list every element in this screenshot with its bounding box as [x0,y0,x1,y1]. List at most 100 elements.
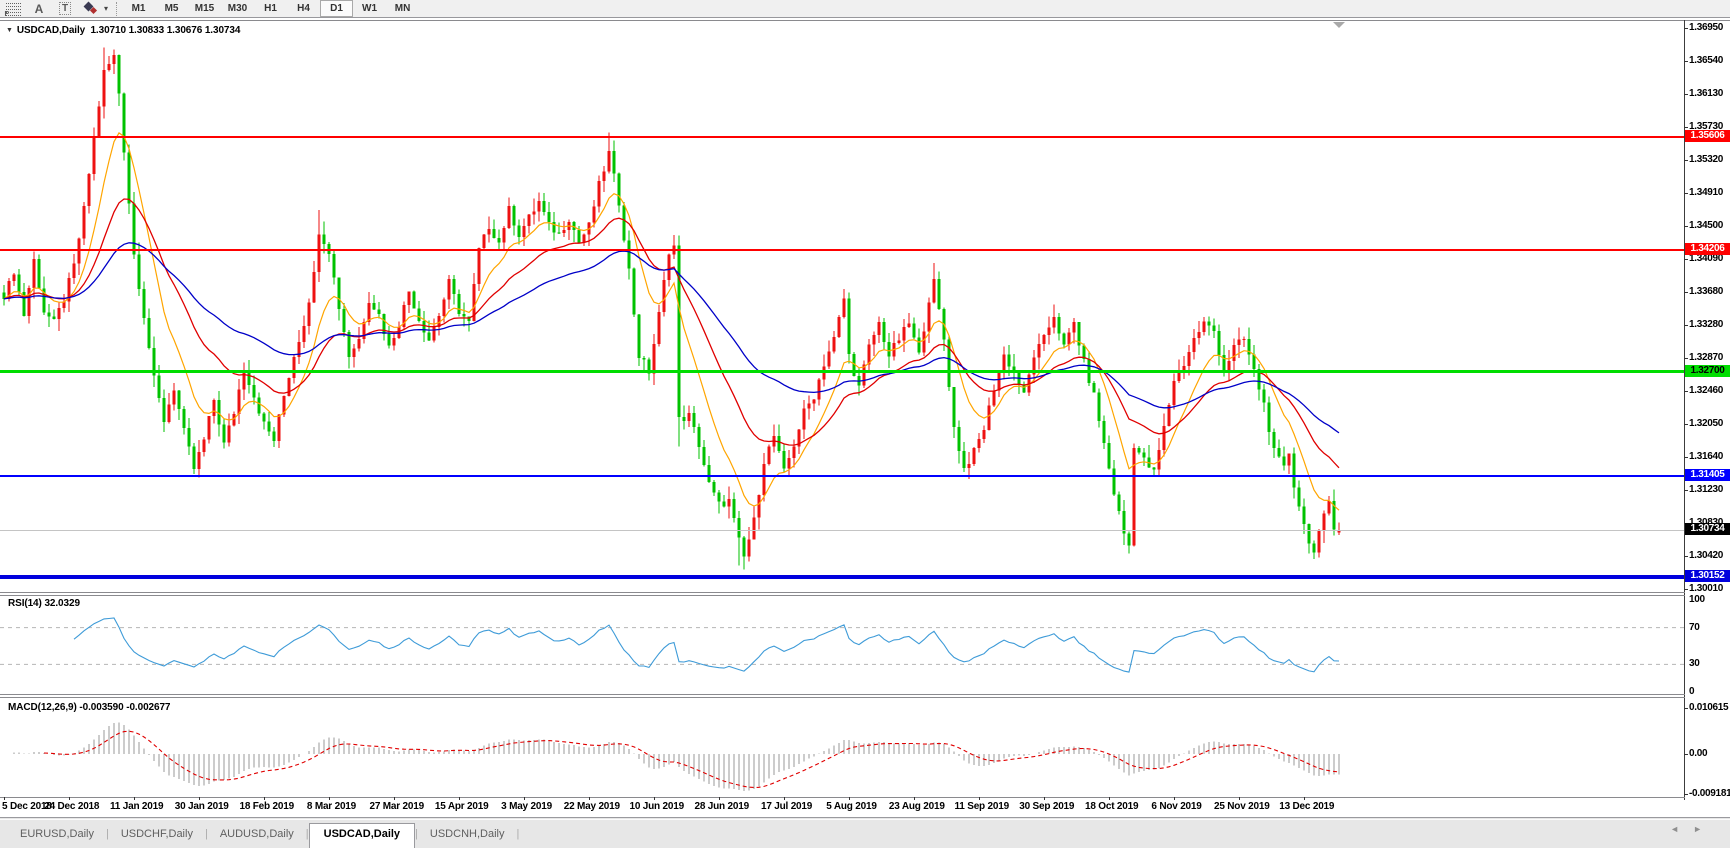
price-tick-label: 1.36130 [1689,88,1724,100]
tab-audusd[interactable]: AUDUSD,Daily [208,824,306,846]
tab-scroll-arrows: ◄► [1670,824,1716,834]
hline-1.32700[interactable] [0,370,1684,374]
price-tick-mark [1684,126,1688,128]
rsi-value: 32.0329 [44,598,80,609]
date-tick-mark [1109,797,1110,800]
date-tick-mark [459,797,460,800]
date-tick-mark [784,797,785,800]
arrows-tool-icon[interactable] [79,1,103,16]
bull-candle-bodies [7,54,1341,557]
date-tick-mark [4,797,5,800]
period-button-m15[interactable]: M15 [188,0,221,17]
hline-price-badge: 1.30152 [1685,570,1730,583]
tab-scroll-left-icon[interactable]: ◄ [1670,824,1693,834]
price-tick-mark [1684,555,1688,557]
chart-symbol-period: USDCAD,Daily [16,25,86,36]
date-tick-mark [979,797,980,800]
main-rsi-splitter-line2 [0,595,1685,596]
date-label: 5 Aug 2019 [826,801,877,812]
date-tick-mark [914,797,915,800]
current-price-line [0,530,1684,532]
price-tick-label: 1.33680 [1689,286,1724,298]
price-tick-label: 1.33280 [1689,318,1724,330]
rsi-macd-splitter-line2 [0,697,1685,698]
macd-tick-label: 0.00 [1689,748,1708,760]
price-tick-mark [1684,490,1688,492]
rsi-tick-label: 30 [1689,658,1700,670]
date-label: 3 May 2019 [501,801,552,812]
chart-title-caret-icon[interactable]: ▼ [6,27,13,34]
main-rsi-splitter[interactable] [0,592,1685,593]
date-label: 18 Oct 2019 [1084,801,1139,812]
hline-1.31405[interactable] [0,475,1684,478]
rsi-label: RSI(14) 32.0329 [8,598,80,609]
rsi-tick-label: 70 [1689,621,1700,633]
rsi-tick-label: 0 [1689,686,1695,697]
price-tick-label: 1.32050 [1689,418,1724,430]
macd-tick-mark [1684,754,1688,756]
tab-usdcnh[interactable]: USDCNH,Daily [418,824,517,846]
tab-scroll-right-icon[interactable]: ► [1693,824,1716,834]
moving-average-25 [3,198,1340,469]
tab-usdcad[interactable]: USDCAD,Daily [308,823,416,848]
main-price-chart [2,47,1341,570]
arrows-dropdown-caret-icon[interactable]: ▾ [104,4,108,13]
period-button-m30[interactable]: M30 [221,0,254,17]
price-tick-label: 1.32870 [1689,351,1724,363]
period-button-m1[interactable]: M1 [122,0,155,17]
chart-shift-marker-icon[interactable] [1333,22,1345,28]
date-tick-mark [589,797,590,800]
date-label: 23 Aug 2019 [888,801,945,812]
tab-usdchf[interactable]: USDCHF,Daily [109,824,205,846]
macd-tick-label: 0.010615 [1689,702,1729,713]
price-tick-mark [1684,588,1688,590]
date-tick-mark [1174,797,1175,800]
date-label: 18 Feb 2019 [239,801,294,812]
period-button-d1[interactable]: D1 [320,0,354,17]
label-tool-icon[interactable]: T [53,1,77,16]
macd-indicator-chart [13,722,1340,791]
hline-1.34206[interactable] [0,248,1684,251]
chart-tab-bar: EURUSD,Daily | USDCHF,Daily | AUDUSD,Daily | U… [0,817,1730,848]
period-button-h1[interactable]: H1 [254,0,287,17]
price-tick-label: 1.31230 [1689,484,1724,496]
price-tick-mark [1684,424,1688,426]
date-tick-mark [1239,797,1240,800]
date-label: 15 Apr 2019 [434,801,489,812]
price-tick-mark [1684,226,1688,228]
period-button-m5[interactable]: M5 [155,0,188,17]
price-tick-label: 1.34910 [1689,186,1724,198]
price-tick-label: 1.35320 [1689,153,1724,165]
tab-eurusd[interactable]: EURUSD,Daily [8,824,106,846]
bull-candle-wicks [8,47,1340,562]
mt4-window: F A T ▾ M1 M5 M15 M30 H1 H4 D1 W1 MN ▼ USDCAD,Dai… [0,0,1730,848]
rsi-macd-splitter[interactable] [0,694,1685,695]
text-tool-icon[interactable]: A [27,1,51,16]
price-tick-mark [1684,357,1688,359]
toolbar: F A T ▾ M1 M5 M15 M30 H1 H4 D1 W1 MN [0,0,1730,18]
hline-1.35606[interactable] [0,135,1684,138]
fibonacci-tool-icon[interactable]: F [1,1,25,18]
hline-1.30152[interactable] [0,575,1684,580]
date-tick-mark [524,797,525,800]
period-button-w1[interactable]: W1 [353,0,386,17]
date-tick-mark [394,797,395,800]
date-tick-mark [329,797,330,800]
price-tick-mark [1684,457,1688,459]
date-label: 25 Nov 2019 [1213,801,1270,812]
period-button-h4[interactable]: H4 [287,0,320,17]
chart-ohlc-values: 1.30710 1.30833 1.30676 1.30734 [90,25,241,36]
price-tick-label: 1.30420 [1689,549,1724,561]
hline-price-badge: 1.32700 [1685,364,1730,377]
macd-values: -0.003590 -0.002677 [79,702,171,713]
fibonacci-lines-icon: F [5,2,21,18]
period-button-mn[interactable]: MN [386,0,419,17]
macd-tick-mark [1684,794,1688,795]
macd-bottom-border [0,797,1685,798]
price-tick-mark [1684,192,1688,194]
timeframe-buttons: M1 M5 M15 M30 H1 H4 D1 W1 MN [122,0,419,17]
date-label: 6 Nov 2019 [1151,801,1202,812]
rsi-tick-label: 100 [1689,594,1705,605]
date-label: 30 Jan 2019 [174,801,229,812]
hline-price-badge: 1.31405 [1685,469,1730,482]
